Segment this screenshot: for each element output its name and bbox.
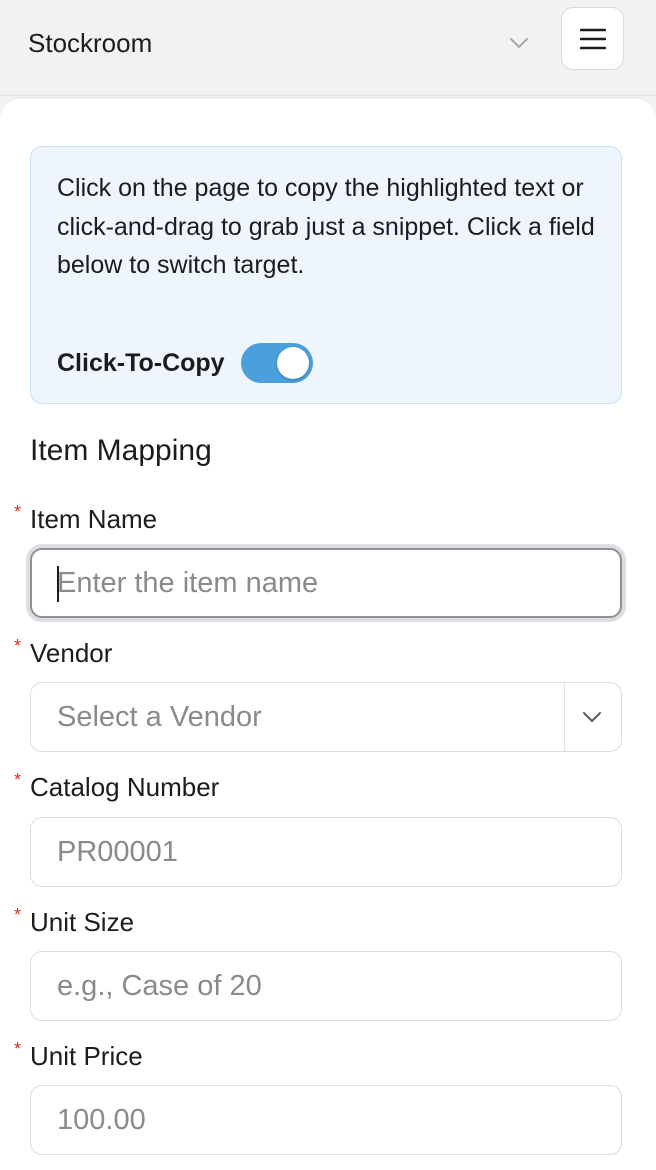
toggle-row: Click-To-Copy [57, 343, 313, 383]
top-bar: Stockroom [0, 0, 656, 96]
unit-size-input[interactable]: e.g., Case of 20 [30, 951, 622, 1021]
unit-size-label: Unit Size [30, 907, 135, 937]
required-marker: * [14, 905, 22, 925]
chevron-down-icon[interactable] [579, 704, 605, 730]
unit-price-placeholder: 100.00 [57, 1104, 146, 1136]
item-name-input[interactable]: Enter the item name [30, 548, 622, 618]
vendor-label: Vendor [30, 638, 113, 668]
catalog-number-input[interactable]: PR00001 [30, 817, 622, 887]
unit-size-placeholder: e.g., Case of 20 [57, 970, 262, 1002]
toggle-knob [276, 347, 309, 379]
required-marker: * [14, 770, 22, 790]
chevron-down-icon[interactable] [506, 30, 532, 56]
app-title[interactable]: Stockroom [28, 28, 152, 59]
unit-price-label: Unit Price [30, 1041, 143, 1071]
click-to-copy-info-box: Click on the page to copy the highlighte… [30, 146, 622, 404]
required-marker: * [14, 1039, 22, 1059]
item-name-placeholder: Enter the item name [57, 567, 319, 599]
click-to-copy-label: Click-To-Copy [57, 348, 225, 377]
vendor-select[interactable]: Select a Vendor [30, 682, 622, 752]
catalog-number-placeholder: PR00001 [57, 836, 178, 868]
required-marker: * [14, 502, 22, 522]
click-to-copy-toggle[interactable] [240, 343, 313, 383]
catalog-number-label: Catalog Number [30, 772, 220, 802]
section-title: Item Mapping [30, 434, 212, 467]
select-divider [564, 683, 565, 751]
vendor-placeholder: Select a Vendor [57, 701, 262, 733]
required-marker: * [14, 636, 22, 656]
menu-button[interactable] [561, 7, 624, 70]
hamburger-icon [579, 28, 606, 49]
info-message: Click on the page to copy the highlighte… [57, 174, 595, 279]
item-name-label: Item Name [30, 504, 158, 534]
unit-price-input[interactable]: 100.00 [30, 1085, 622, 1155]
